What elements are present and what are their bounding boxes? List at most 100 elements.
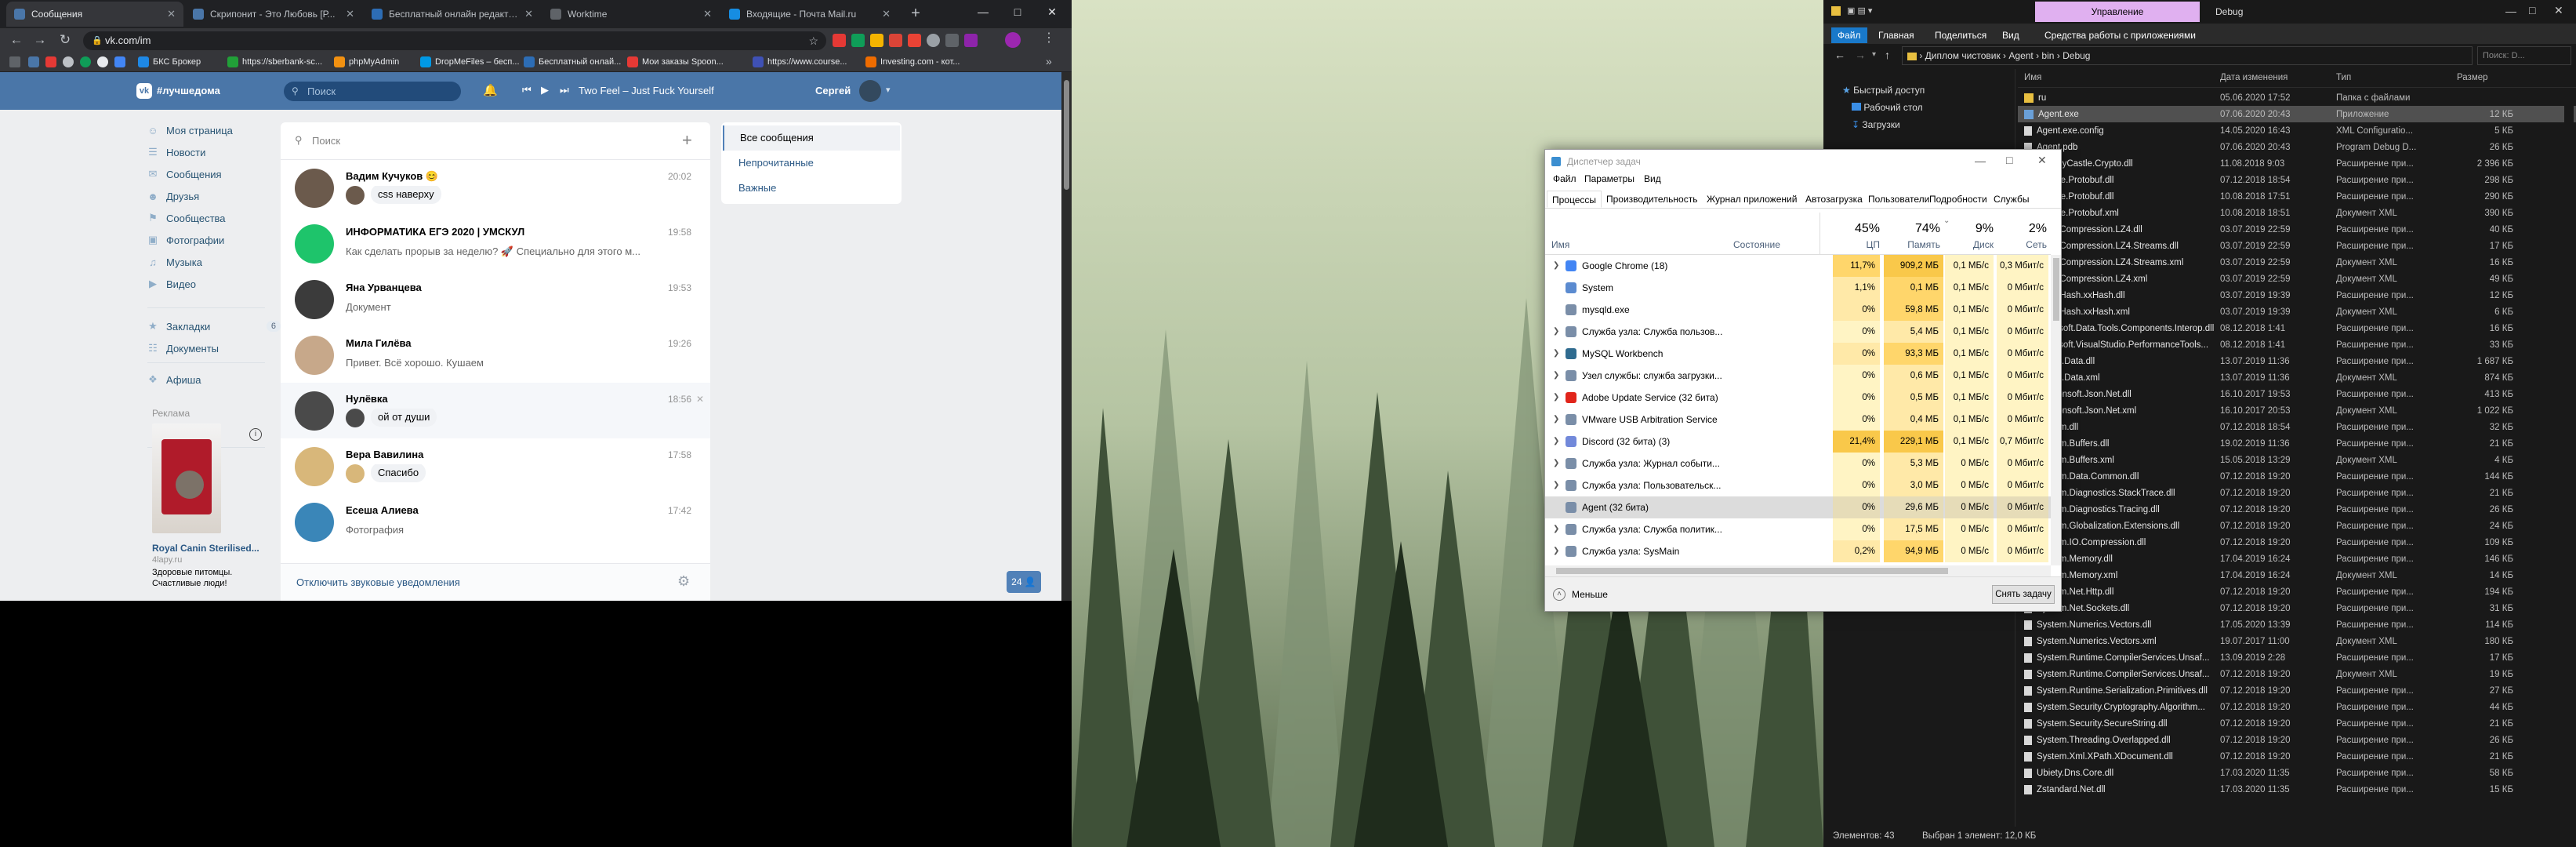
tm-col-cpu[interactable]: ЦП [1833,239,1880,250]
tm-col-disk[interactable]: Диск [1945,239,1994,250]
tm-menu-params[interactable]: Параметры [1584,173,1634,184]
youtube-bookmark-icon[interactable] [45,56,56,67]
process-row[interactable]: mysqld.exe 0% 59,8 МБ 0,1 МБ/с 0 Мбит/с [1545,299,2051,321]
avatar[interactable] [295,503,334,542]
tab[interactable]: Скрипонит - Это Любовь [Р... ✕ [185,2,362,27]
file-row[interactable]: Zstandard.Net.dll 17.03.2020 11:35 Расшире… [2018,781,2576,798]
dialog-item[interactable]: Есеша Алиева 17:42 Фотография [281,494,710,550]
file-row[interactable]: K4os.Compression.LZ4.dll 03.07.2019 22:59… [2018,221,2576,238]
ribbon-manage[interactable]: Управление [2035,2,2200,22]
close-icon[interactable]: ✕ [2037,154,2047,167]
tm-tab[interactable]: Процессы [1547,191,1602,208]
new-tab-button[interactable]: + [906,5,925,24]
close-tab-icon[interactable]: ✕ [346,8,354,20]
vertical-scrollbar[interactable] [2051,255,2061,565]
file-row[interactable]: System.Threading.Overlapped.dll 07.12.201… [2018,732,2576,748]
ribbon-tab-app-tools[interactable]: Средства работы с приложениями [2044,27,2196,43]
extension-icon[interactable] [870,34,883,47]
tab[interactable]: Входящие - Почта Mail.ru ✕ [721,2,898,27]
close-tab-icon[interactable]: ✕ [882,8,891,20]
less-details-link[interactable]: Меньше [1572,589,1608,600]
avatar[interactable] [295,224,334,264]
tm-col-net[interactable]: Сеть [1997,239,2047,250]
player-track[interactable]: Two Feel – Just Fuck Yourself [579,85,714,96]
expand-chevron-icon[interactable]: ❯ [1553,431,1559,453]
dialog-item[interactable]: Мила Гилёва 19:26 Привет. Всё хорошо. Куша… [281,327,710,383]
back-icon[interactable]: ← [6,30,27,50]
bookmark-item[interactable]: Мои заказы Spoon... [627,54,724,70]
process-row[interactable]: ❯ Служба узла: Журнал событи... 0% 5,3 МБ 0 … [1545,453,2051,474]
file-row[interactable]: Google.Protobuf.xml 10.08.2018 18:51 Докум… [2018,205,2576,221]
new-chat-icon[interactable]: + [682,130,692,151]
sidebar-item[interactable]: ☷ Документы [147,339,281,358]
file-row[interactable]: MySql.Data.dll 13.07.2019 11:36 Расширение… [2018,353,2576,369]
file-row[interactable]: Microsoft.VisualStudio.PerformanceTools.… [2018,336,2576,353]
expand-chevron-icon[interactable]: ❯ [1553,409,1559,431]
sidebar-item[interactable]: ☰ Новости [147,143,281,162]
bookmark-item[interactable]: phpMyAdmin [334,54,399,70]
sidebar-item[interactable]: ❖ Афиша [147,370,281,389]
avatar[interactable] [295,336,334,375]
process-row[interactable]: ❯ Служба узла: Служба пользов... 0% 5,4 МБ 0… [1545,321,2051,343]
col-size[interactable]: Размер [2457,73,2488,82]
extension-icon[interactable] [889,34,902,47]
star-icon[interactable]: ☆ [808,31,818,50]
bookmark-icon[interactable] [114,56,125,67]
mute-sound-link[interactable]: Отключить звуковые уведомления [296,576,460,588]
more-bookmarks-icon[interactable]: » [1046,55,1052,67]
expand-chevron-icon[interactable]: ❯ [1553,343,1559,365]
col-type[interactable]: Тип [2336,73,2351,82]
ribbon-tab-view[interactable]: Вид [2002,27,2019,43]
nav-quick-access[interactable]: ★ Быстрый доступ [1842,85,1925,96]
file-row[interactable]: System.Memory.dll 17.04.2019 16:24 Расшире… [2018,551,2576,567]
bookmark-item[interactable]: Бесплатный онлай... [524,54,621,70]
file-row[interactable]: System.IO.Compression.dll 07.12.2018 19:2… [2018,534,2576,551]
maximize-icon[interactable]: □ [2006,154,2012,166]
play-icon[interactable]: ▶ [541,84,549,96]
quick-access-toolbar[interactable]: ▣ ▤ ▾ [1847,5,1872,16]
process-row[interactable]: Agent (32 бита) 0% 29,6 МБ 0 МБ/с 0 Мбит/с [1545,496,2051,518]
process-row[interactable]: ❯ Служба узла: Пользовательск... 0% 3,0 МБ 0… [1545,474,2051,496]
process-row[interactable]: ❯ Google Chrome (18) 11,7% 909,2 МБ 0,1 МБ/с… [1545,255,2051,277]
file-row[interactable]: Agent.pdb 07.06.2020 20:43 Program Debug D… [2018,139,2576,155]
tm-tab[interactable]: Службы [1989,191,2034,208]
back-icon[interactable]: ← [1834,49,1845,61]
scrollbar[interactable] [2564,88,2574,794]
extension-icon[interactable] [964,34,978,47]
process-row[interactable]: ❯ VMware USB Arbitration Service 0% 0,4 МБ 0… [1545,409,2051,431]
horizontal-scrollbar[interactable] [1545,565,2051,576]
bookmark-item[interactable]: DropMeFiles – бесп... [420,54,520,70]
next-track-icon[interactable]: ⏭ [560,84,569,96]
maximize-icon[interactable]: □ [2529,4,2535,16]
expand-chevron-icon[interactable]: ❯ [1553,453,1559,474]
vk-logo-icon[interactable]: vk [136,83,152,99]
path-segment[interactable]: Debug [2063,50,2090,61]
up-icon[interactable]: ↑ [1885,49,1890,61]
tm-menu-file[interactable]: Файл [1553,173,1576,184]
path-segment[interactable]: Agent [2008,50,2033,61]
expand-chevron-icon[interactable]: ❯ [1553,255,1559,277]
process-row[interactable]: System 1,1% 0,1 МБ 0,1 МБ/с 0 Мбит/с [1545,277,2051,299]
sidebar-item[interactable]: ✉ Сообщения [147,165,281,184]
reload-icon[interactable]: ↻ [55,30,75,50]
close-icon[interactable]: ✕ [1035,0,1069,24]
extension-icon[interactable] [945,34,959,47]
close-icon[interactable]: ✕ [2554,4,2563,17]
chevron-up-icon[interactable]: ˄ [1553,588,1566,601]
file-row[interactable]: K4os.Compression.LZ4.xml 03.07.2019 22:59… [2018,271,2576,287]
user-name[interactable]: Сергей [815,85,851,96]
explorer-search[interactable]: Поиск: D... [2477,46,2571,65]
file-row[interactable]: Google.Protobuf.dll 10.08.2018 17:51 Расши… [2018,188,2576,205]
expand-chevron-icon[interactable]: ❯ [1553,365,1559,387]
profile-avatar[interactable] [1005,32,1021,48]
file-row[interactable]: System.Runtime.Serialization.Primitives.… [2018,682,2576,699]
tab[interactable]: Сообщения ✕ [6,2,183,27]
file-row[interactable]: K4os.Compression.LZ4.Streams.xml 03.07.20… [2018,254,2576,271]
tab[interactable]: Worktime ✕ [542,2,720,27]
extension-icon[interactable] [908,34,921,47]
file-row[interactable]: System.Security.SecureString.dll 07.12.20… [2018,715,2576,732]
process-row[interactable]: ❯ Adobe Update Service (32 бита) 0% 0,5 МБ 0… [1545,387,2051,409]
file-row[interactable]: System.Xml.XPath.XDocument.dll 07.12.2018… [2018,748,2576,765]
file-row[interactable]: K4os.Hash.xxHash.xml 03.07.2019 19:39 Доку… [2018,304,2576,320]
tm-tab[interactable]: Автозагрузка [1801,191,1867,208]
